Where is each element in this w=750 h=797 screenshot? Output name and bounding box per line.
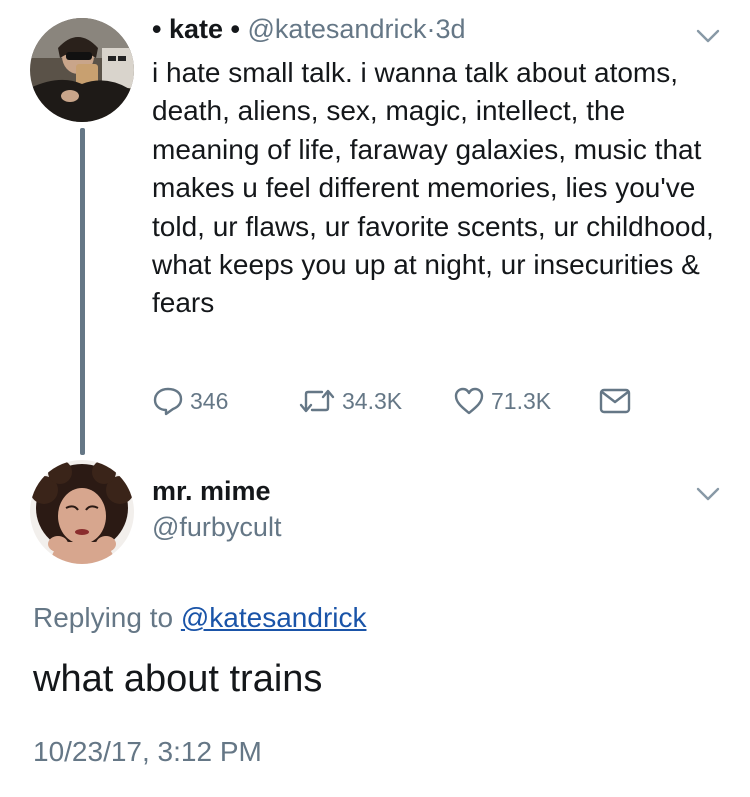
dm-button[interactable] [599, 384, 637, 418]
reply-count: 346 [190, 387, 229, 414]
kate-avatar[interactable] [30, 18, 134, 122]
replying-to-line: Replying to @katesandrick [33, 602, 366, 634]
tweet-header: • kate • @katesandrick·3d [152, 14, 466, 45]
retweet-button[interactable]: 34.3K [298, 384, 402, 418]
display-name[interactable]: • kate • [152, 14, 240, 44]
mr-mime-avatar[interactable] [30, 460, 134, 564]
replying-to-link[interactable]: @katesandrick [181, 602, 367, 633]
envelope-icon [599, 388, 631, 414]
reply-timestamp: 10/23/17, 3:12 PM [33, 736, 262, 767]
reply-handle[interactable]: @furbycult [152, 512, 281, 543]
tweet-text: i hate small talk. i wanna talk about at… [152, 57, 714, 319]
reply-text: what about trains [33, 658, 323, 700]
replying-to-label: Replying to [33, 602, 174, 633]
thread-connector-line [80, 128, 85, 455]
handle[interactable]: @katesandrick [247, 14, 426, 44]
like-count: 71.3K [491, 387, 552, 414]
reply-display-name[interactable]: mr. mime [152, 476, 271, 507]
heart-icon [454, 387, 484, 415]
retweet-count: 34.3K [342, 387, 403, 414]
tweet-time[interactable]: 3d [435, 14, 465, 44]
reply-button[interactable]: 346 [152, 384, 228, 418]
retweet-icon [299, 389, 335, 413]
chevron-down-icon[interactable] [696, 486, 720, 502]
chevron-down-icon[interactable] [696, 28, 720, 44]
like-button[interactable]: 71.3K [453, 384, 551, 418]
speech-bubble-icon [153, 387, 183, 416]
